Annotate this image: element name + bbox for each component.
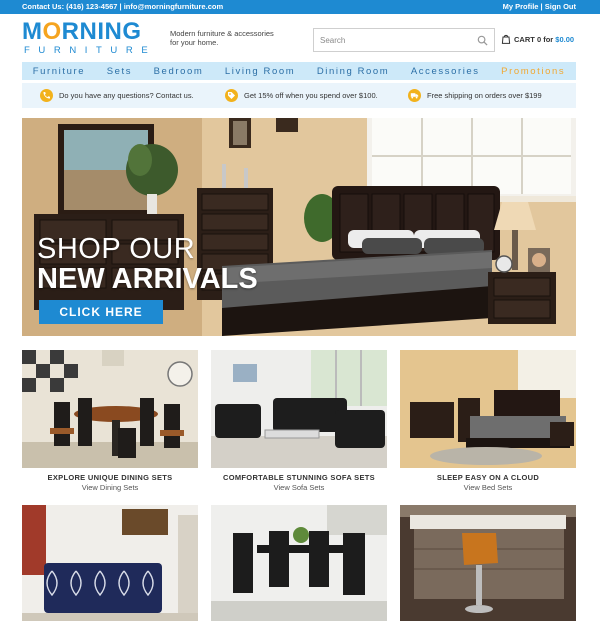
cart-summary[interactable]: CART 0 for $0.00 (501, 34, 574, 44)
nav-accessories[interactable]: Accessories (411, 66, 480, 77)
cart-label: CART (514, 35, 535, 44)
contact-info: Contact Us: (416) 123-4567 | info@mornin… (22, 2, 224, 11)
desk-image[interactable] (400, 505, 576, 621)
hero-heading-line2: NEW ARRIVALS (37, 263, 258, 295)
logo[interactable]: MORNING FURNITURE (22, 20, 164, 58)
click-here-button[interactable]: CLICK HERE (39, 300, 163, 324)
nav-bedroom[interactable]: Bedroom (154, 66, 204, 77)
tagline: Modern furniture & accessories for your … (170, 29, 274, 47)
dining-set-image[interactable] (22, 350, 198, 468)
hero-banner[interactable]: SHOP OUR NEW ARRIVALS CLICK HERE (22, 118, 576, 336)
phone-icon (40, 89, 53, 102)
search-box (313, 28, 495, 52)
nav-sets[interactable]: Sets (107, 66, 132, 77)
sign-out-link[interactable]: Sign Out (545, 2, 576, 11)
cart-count: 0 (536, 35, 542, 44)
info-bar: Do you have any questions? Contact us. G… (22, 83, 576, 108)
main-nav: Furniture Sets Bedroom Living Room Dinin… (22, 62, 576, 80)
search-icon[interactable] (477, 35, 488, 46)
cart-bag-icon (501, 34, 511, 44)
cart-for: for (543, 35, 554, 44)
dining-table-image[interactable] (211, 505, 387, 621)
info-discount[interactable]: Get 15% off when you spend over $100. (225, 89, 378, 102)
info-shipping[interactable]: Free shipping on orders over $199 (408, 89, 542, 102)
info-contact[interactable]: Do you have any questions? Contact us. (40, 89, 194, 102)
hero-heading-line1: SHOP OUR (37, 233, 196, 265)
sofa-set-image[interactable] (211, 350, 387, 468)
account-links: My Profile | Sign Out (503, 2, 576, 11)
separator: | (540, 2, 543, 11)
category-title: SLEEP EASY ON A CLOUD (436, 473, 540, 482)
logo-rest: RNING (61, 18, 142, 45)
view-dining-sets-link[interactable]: View Dining Sets (22, 483, 198, 492)
logo-letter-m: M (22, 18, 43, 45)
my-profile-link[interactable]: My Profile (503, 2, 539, 11)
dining-set-image-svg (22, 350, 198, 468)
dining-table-image-svg (211, 505, 387, 621)
search-input[interactable] (320, 33, 470, 47)
category-title: EXPLORE UNIQUE DINING SETS (47, 473, 173, 482)
view-sofa-sets-link[interactable]: View Sofa Sets (211, 483, 387, 492)
bench-image-svg (22, 505, 198, 621)
logo-subword: FURNITURE (24, 45, 157, 56)
info-discount-text: Get 15% off when you spend over $100. (244, 91, 378, 100)
sofa-set-image-svg (211, 350, 387, 468)
logo-sun-letter: O (42, 18, 62, 45)
nav-furniture[interactable]: Furniture (33, 66, 85, 77)
top-bar: Contact Us: (416) 123-4567 | info@mornin… (0, 0, 600, 14)
info-contact-text: Do you have any questions? Contact us. (59, 91, 194, 100)
info-shipping-text: Free shipping on orders over $199 (427, 91, 542, 100)
desk-image-svg (400, 505, 576, 621)
shipping-icon (408, 89, 421, 102)
nav-dining-room[interactable]: Dining Room (317, 66, 390, 77)
bed-set-image-svg (400, 350, 576, 468)
bench-image[interactable] (22, 505, 198, 621)
view-bed-sets-link[interactable]: View Bed Sets (400, 483, 576, 492)
bed-set-image[interactable] (400, 350, 576, 468)
cart-total: $0.00 (555, 35, 575, 44)
discount-icon (225, 89, 238, 102)
nav-living-room[interactable]: Living Room (225, 66, 295, 77)
category-title: COMFORTABLE STUNNING SOFA SETS (223, 473, 375, 482)
nav-promotions[interactable]: Promotions (501, 66, 565, 77)
